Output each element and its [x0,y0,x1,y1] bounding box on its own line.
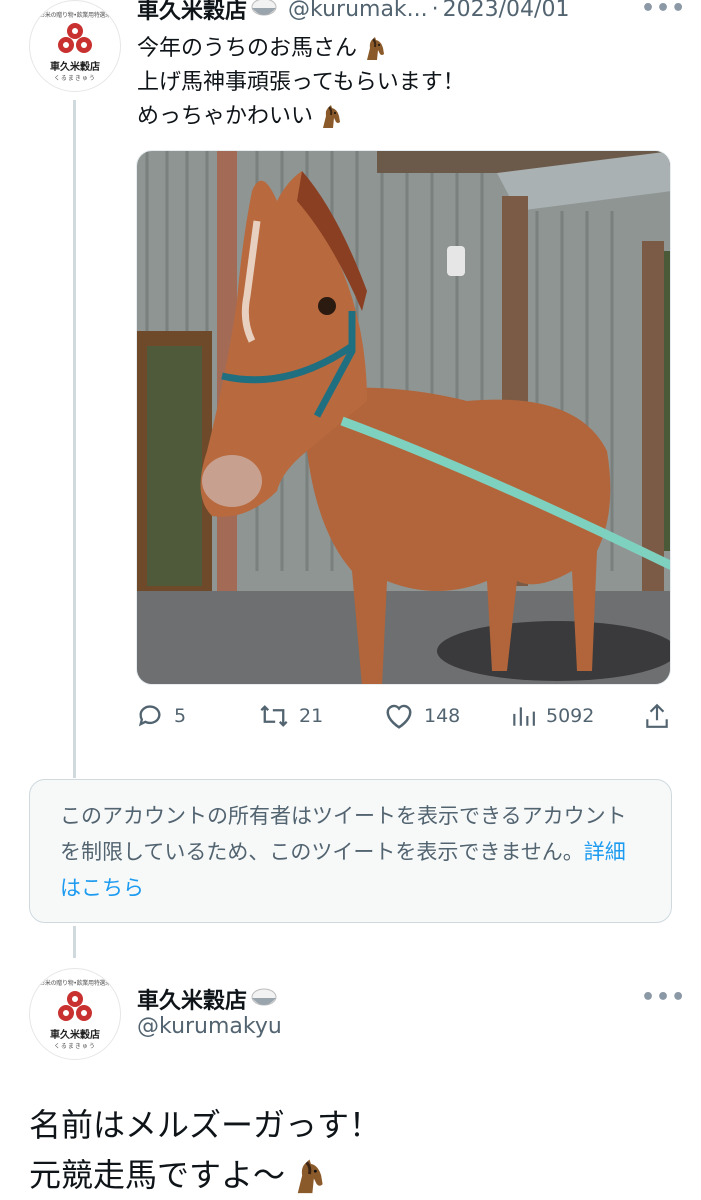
tweet-header: 車久米穀店 @kurumak... · 2023/04/01 [137,0,677,26]
notice-text: このアカウントの所有者はツイートを表示できるアカウントを制限しているため、このツ… [60,804,627,864]
like-count: 148 [424,705,461,727]
horse-emoji-icon [323,105,341,128]
tweet-photo[interactable] [136,150,671,685]
avatar[interactable]: お米の贈り物•飲業用特選米 車久米穀店 くるまきゅう [29,968,121,1060]
more-options-icon[interactable]: ••• [641,985,686,1010]
tweet-actions: 5 21 148 5092 [136,698,676,734]
thread-line [73,100,76,778]
reply-text: 名前はメルズーガっす！ 元競走馬ですよ〜 [29,1100,381,1200]
horse-emoji-icon [297,1159,323,1194]
reply-line: 名前はメルズーガっす！ [29,1106,382,1144]
views-count: 5092 [546,705,595,727]
views-icon [513,707,535,726]
more-options-icon[interactable]: ••• [641,0,686,21]
restricted-tweet-notice: このアカウントの所有者はツイートを表示できるアカウントを制限しているため、このツ… [29,779,672,923]
author-name[interactable]: 車久米穀店 [137,983,247,1015]
reply-header: 車久米穀店 [137,982,278,1016]
separator-dot: · [431,0,439,22]
retweet-button[interactable]: 21 [259,698,323,734]
author-name[interactable]: 車久米穀店 [137,0,247,25]
reply-icon [138,705,161,727]
share-button[interactable] [644,698,680,734]
avatar[interactable]: お米の贈り物•飲業用特選米 車久米穀店 くるまきゅう [29,0,121,92]
tweet-line: 今年のうちのお馬さん [137,32,465,66]
author-handle[interactable]: @kurumak... [288,0,428,22]
avatar-tagline: お米の贈り物•飲業用特選米 [39,980,111,987]
tweet-date[interactable]: 2023/04/01 [443,0,570,22]
tweet-line: めっちゃかわいい [137,100,465,134]
tweet-text: 今年のうちのお馬さん 上げ馬神事頑張ってもらいます！ めっちゃかわいい [137,32,465,134]
logo-icon [58,991,92,1021]
horse-photo [137,151,670,684]
share-icon [646,703,668,728]
logo-icon [58,23,92,53]
avatar-shop-name: 車久米穀店 [50,62,100,73]
reply-line: 元競走馬ですよ〜 [29,1150,381,1200]
retweet-icon [260,705,288,727]
horse-emoji-icon [367,37,385,60]
heart-icon [386,704,412,729]
reply-count: 5 [174,705,187,727]
avatar-shop-kana: くるまきゅう [54,75,96,82]
avatar-shop-kana: くるまきゅう [54,1043,96,1050]
tweet-line: 上げ馬神事頑張ってもらいます！ [137,70,465,95]
avatar-shop-name: 車久米穀店 [50,1030,100,1041]
like-button[interactable]: 148 [384,698,460,734]
author-handle[interactable]: @kurumakyu [137,1014,282,1039]
reply-button[interactable]: 5 [136,698,186,734]
views-button[interactable]: 5092 [510,698,594,734]
avatar-tagline: お米の贈り物•飲業用特選米 [39,12,111,19]
thread-line [73,926,76,958]
retweet-count: 21 [299,705,324,727]
rice-bowl-icon [251,0,277,16]
rice-bowl-icon [251,988,277,1006]
